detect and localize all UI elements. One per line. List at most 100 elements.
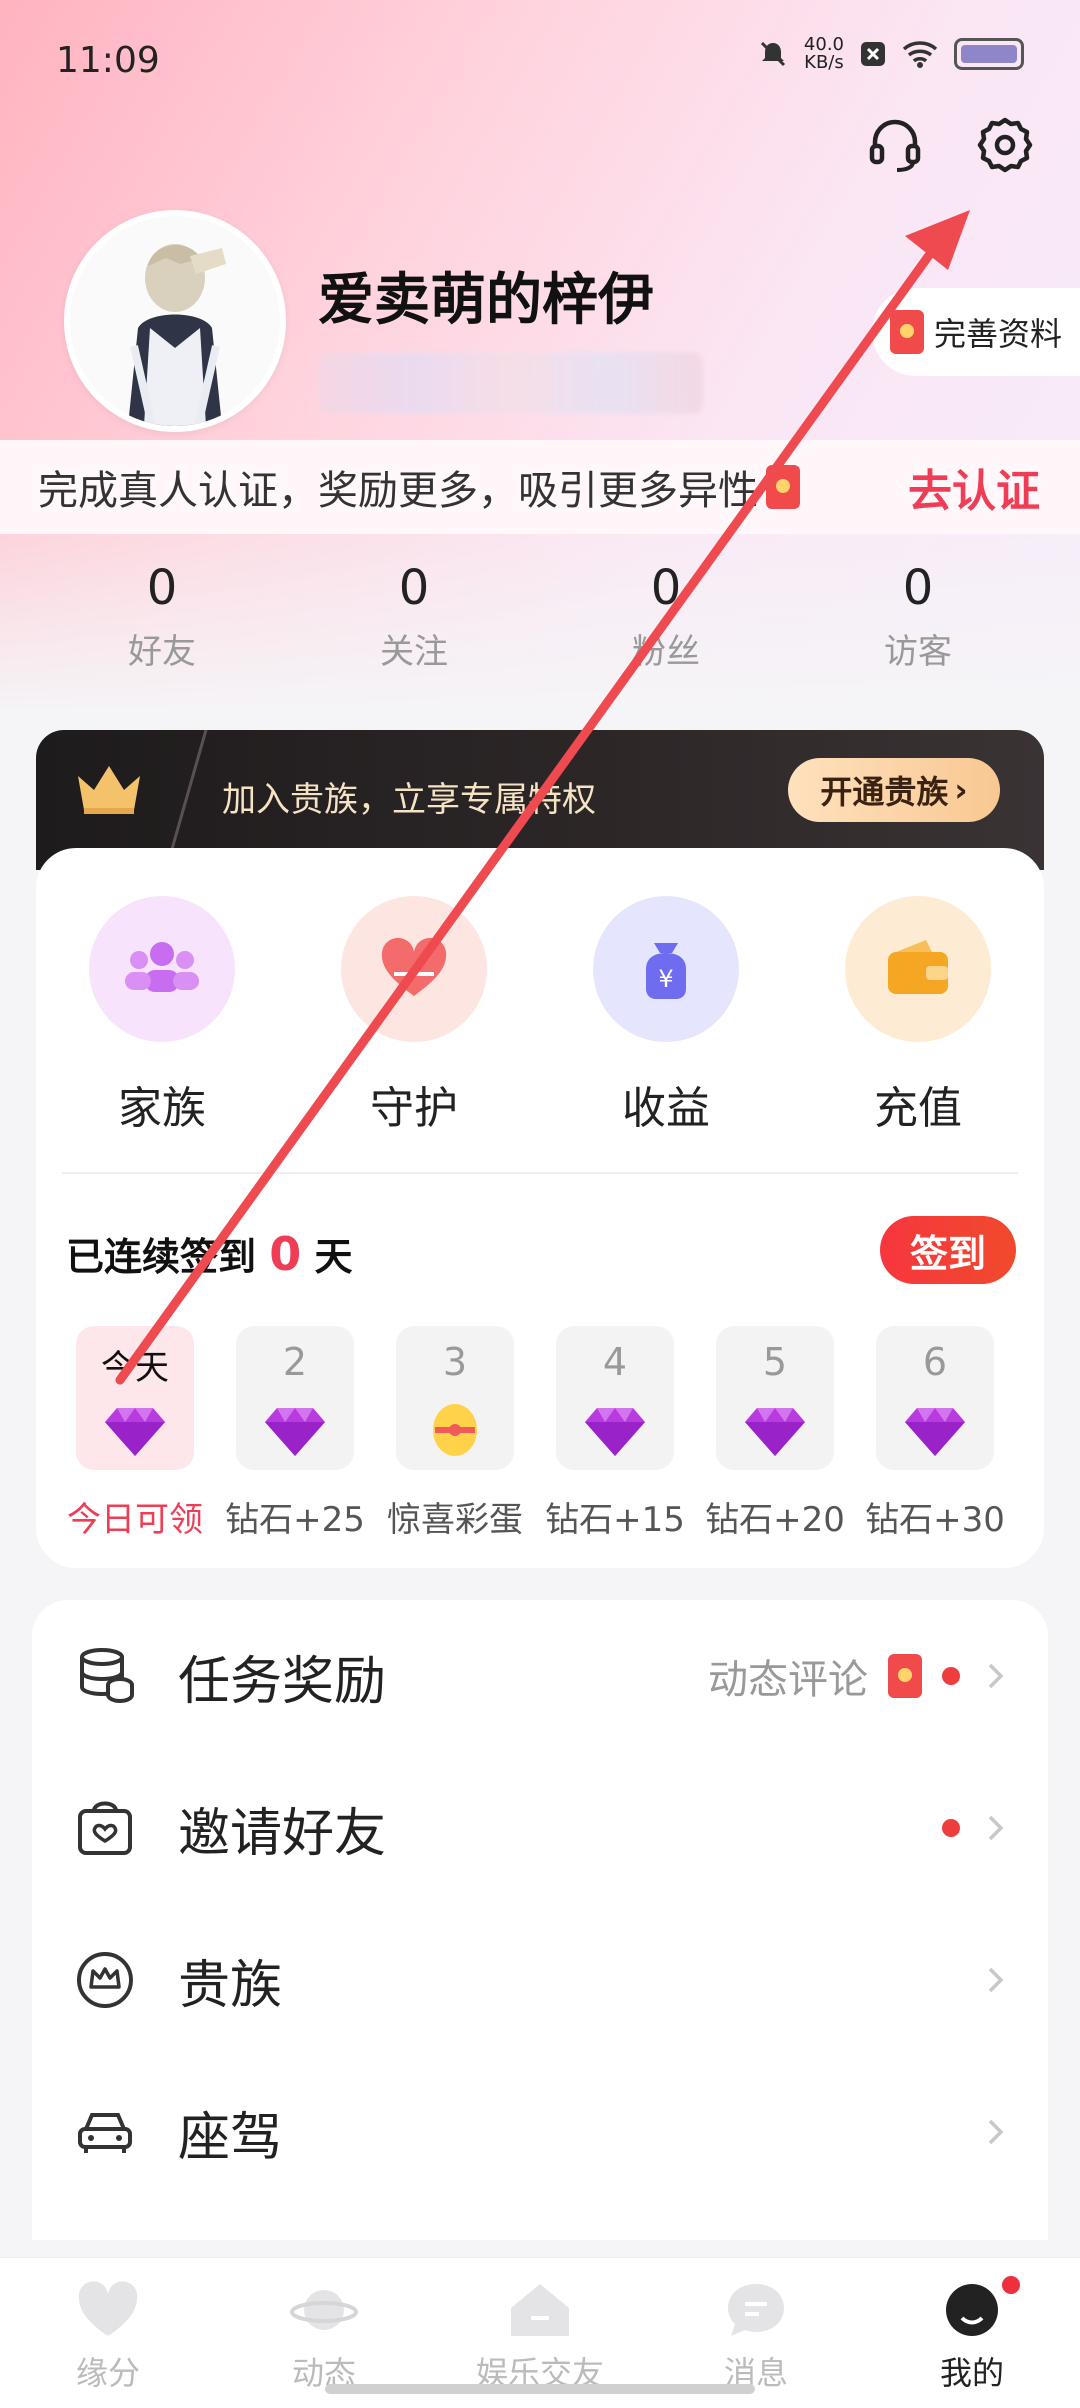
stat-label: 好友 — [128, 632, 196, 672]
house-icon — [511, 2284, 569, 2336]
feature-card: 家族 守护 ¥ 收益 充值 已连续签到 0 天 签到 今天 今日可领 2 钻石+… — [36, 848, 1044, 1568]
day-label: 今日可领 — [67, 1500, 203, 1540]
checkin-days-count: 0 — [269, 1227, 302, 1281]
checkin-day[interactable]: 3 惊喜彩蛋 — [387, 1326, 523, 1541]
family-icon — [89, 896, 235, 1042]
chat-bubble-icon — [728, 2284, 784, 2336]
stat-following[interactable]: 0 关注 — [288, 560, 540, 673]
avatar-character-image — [70, 216, 280, 426]
red-envelope-icon — [889, 310, 924, 354]
diamond-icon — [265, 1408, 325, 1456]
stat-label: 关注 — [380, 632, 448, 672]
status-time: 11:09 — [56, 40, 160, 81]
username: 爱卖萌的梓伊 — [318, 268, 654, 333]
stat-label: 粉丝 — [632, 632, 700, 672]
menu-item-invite[interactable]: 邀请好友 — [32, 1752, 1048, 1904]
menu-label: 座驾 — [178, 2107, 283, 2168]
chevron-right-icon — [988, 1967, 1004, 1993]
feature-label: 守护 — [370, 1083, 458, 1134]
day-box: 今天 — [76, 1326, 194, 1470]
complete-profile-label: 完善资料 — [933, 315, 1062, 353]
day-label: 钻石+20 — [705, 1500, 845, 1540]
day-label: 惊喜彩蛋 — [387, 1500, 523, 1540]
red-dot-badge — [942, 1819, 960, 1837]
day-label: 钻石+25 — [225, 1500, 365, 1540]
red-dot-badge — [942, 1667, 960, 1685]
day-number: 4 — [602, 1340, 628, 1384]
wifi-icon — [902, 41, 938, 68]
checkin-day[interactable]: 4 钻石+15 — [545, 1326, 685, 1541]
home-indicator — [325, 2384, 755, 2394]
chevron-right-icon: › — [954, 771, 968, 809]
nav-label: 我的 — [939, 2354, 1004, 2392]
planet-icon — [290, 2290, 358, 2330]
chevron-right-icon — [988, 2119, 1004, 2145]
coins-stack-icon — [80, 1648, 134, 1704]
day-box: 3 — [396, 1326, 514, 1470]
net-speed-unit: KB/s — [804, 52, 844, 73]
diamond-icon — [905, 1408, 965, 1456]
stat-number: 0 — [902, 560, 934, 616]
diamond-icon — [745, 1408, 805, 1456]
wallet-icon — [845, 896, 991, 1042]
stat-number: 0 — [650, 560, 682, 616]
diamond-icon — [585, 1408, 645, 1456]
menu-list: 任务奖励 动态评论 邀请好友 贵族 座驾 — [32, 1600, 1048, 2240]
menu-item-noble[interactable]: 贵族 — [32, 1904, 1048, 2056]
checkin-button[interactable]: 签到 — [880, 1216, 1016, 1284]
verify-text: 完成真人认证，奖励更多，吸引更多异性 — [38, 468, 758, 514]
feature-family[interactable]: 家族 — [36, 896, 288, 1136]
nav-tab-fate[interactable]: 缘分 — [0, 2258, 216, 2408]
nav-red-dot — [1002, 2276, 1020, 2294]
menu-right — [980, 1965, 1010, 1995]
stat-number: 0 — [398, 560, 430, 616]
settings-button[interactable] — [970, 110, 1040, 180]
checkin-day[interactable]: 6 钻石+30 — [865, 1326, 1005, 1541]
stat-fans[interactable]: 0 粉丝 — [540, 560, 792, 673]
feature-label: 家族 — [118, 1083, 206, 1134]
feature-label: 收益 — [622, 1083, 710, 1134]
menu-item-tasks[interactable]: 任务奖励 动态评论 — [32, 1600, 1048, 1752]
feature-grid: 家族 守护 ¥ 收益 充值 — [36, 896, 1044, 1136]
guard-heart-icon — [341, 896, 487, 1042]
checkin-suffix: 天 — [314, 1235, 353, 1279]
verify-banner[interactable]: 完成真人认证，奖励更多，吸引更多异性 去认证 — [0, 440, 1080, 534]
menu-item-mount[interactable]: 座驾 — [32, 2056, 1048, 2208]
stat-number: 0 — [146, 560, 178, 616]
net-speed: 40.0 KB/s — [804, 36, 844, 72]
user-id-blurred — [318, 352, 703, 414]
menu-right — [980, 2117, 1010, 2147]
feature-guard[interactable]: 守护 — [288, 896, 540, 1136]
day-number: 5 — [762, 1340, 788, 1384]
complete-profile-button[interactable]: 完善资料 — [871, 288, 1080, 376]
chevron-right-icon — [988, 1663, 1004, 1689]
red-envelope-icon — [888, 1654, 922, 1698]
car-icon — [78, 2113, 132, 2153]
checkin-day[interactable]: 今天 今日可领 — [67, 1326, 203, 1541]
verify-link[interactable]: 去认证 — [908, 455, 1040, 519]
checkin-title: 已连续签到 0 天 — [66, 1226, 353, 1281]
day-label: 钻石+30 — [865, 1500, 1005, 1540]
notification-x-icon — [861, 42, 885, 66]
feature-recharge[interactable]: 充值 — [792, 896, 1044, 1136]
noble-text: 加入贵族，立享专属特权 — [222, 780, 596, 820]
checkin-day[interactable]: 2 钻石+25 — [225, 1326, 365, 1541]
day-label: 钻石+15 — [545, 1500, 685, 1540]
nav-tab-mine[interactable]: 我的 — [864, 2258, 1080, 2408]
mute-bell-icon — [760, 41, 785, 67]
checkin-prefix: 已连续签到 — [66, 1235, 257, 1279]
avatar[interactable] — [64, 210, 286, 432]
stat-label: 访客 — [884, 632, 952, 672]
open-noble-button[interactable]: 开通贵族 › — [788, 758, 1000, 822]
day-box: 2 — [236, 1326, 354, 1470]
feature-earnings[interactable]: ¥ 收益 — [540, 896, 792, 1136]
crown-icon — [78, 766, 140, 814]
svg-text:¥: ¥ — [658, 965, 673, 993]
stat-visitors[interactable]: 0 访客 — [792, 560, 1044, 673]
open-noble-label: 开通贵族 — [820, 773, 949, 811]
customer-service-button[interactable] — [860, 110, 930, 180]
stat-friends[interactable]: 0 好友 — [36, 560, 288, 673]
profile-face-icon — [946, 2284, 998, 2336]
checkin-day[interactable]: 5 钻石+20 — [705, 1326, 845, 1541]
day-box: 5 — [716, 1326, 834, 1470]
